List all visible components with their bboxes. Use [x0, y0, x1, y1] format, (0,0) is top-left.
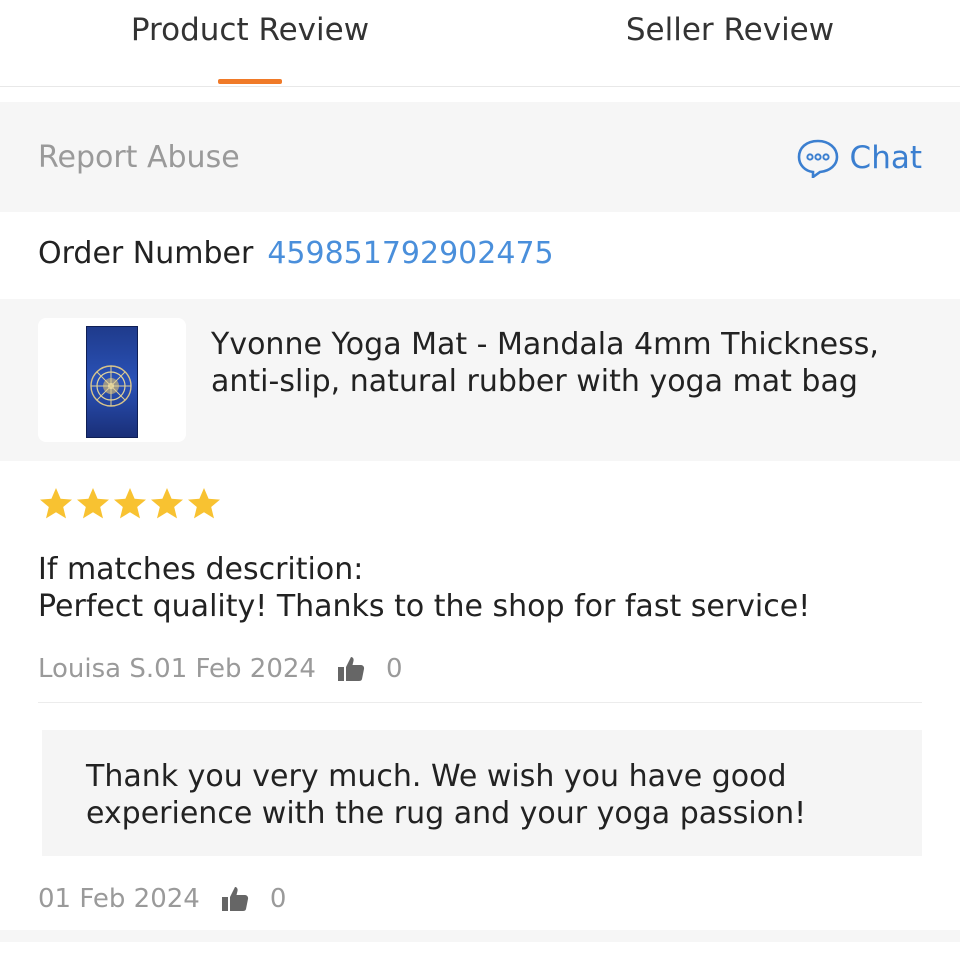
review-text: Perfect quality! Thanks to the shop for … [38, 589, 811, 624]
active-tab-indicator [218, 79, 282, 84]
product-thumbnail[interactable] [38, 318, 186, 442]
thumbs-up-icon[interactable] [220, 884, 250, 914]
report-abuse-link[interactable]: Report Abuse [38, 140, 240, 175]
star-icon [114, 488, 146, 519]
order-number-value[interactable]: 459851792902475 [267, 236, 553, 271]
reply-meta: 01 Feb 2024 0 [38, 884, 286, 914]
star-icon [188, 488, 220, 519]
order-number-label: Order Number [38, 236, 254, 271]
review-author-date: Louisa S.01 Feb 2024 [38, 654, 316, 684]
review-divider [38, 702, 922, 703]
rating-stars [38, 486, 223, 522]
tab-product-review[interactable]: Product Review [10, 0, 490, 86]
thumbs-up-icon[interactable] [336, 654, 366, 684]
chat-button[interactable]: Chat [796, 138, 922, 178]
reply-like-count: 0 [269, 884, 287, 914]
star-icon [77, 488, 109, 519]
product-title[interactable]: Yvonne Yoga Mat - Mandala 4mm Thickness,… [211, 326, 931, 400]
chat-label: Chat [849, 140, 922, 176]
star-icon [151, 488, 183, 519]
review-tabs: Product Review Seller Review [0, 0, 960, 87]
mandala-pattern-icon [90, 365, 132, 407]
review-label: If matches descrition: [38, 552, 364, 587]
review-meta: Louisa S.01 Feb 2024 0 [38, 654, 403, 684]
seller-reply-box: Thank you very much. We wish you have go… [42, 730, 922, 856]
star-icon [40, 488, 72, 519]
order-number-row: Order Number 459851792902475 [38, 236, 554, 271]
tab-seller-review[interactable]: Seller Review [490, 0, 960, 86]
chat-bubble-icon [797, 139, 838, 178]
bottom-separator [0, 930, 960, 942]
tab-product-review-label: Product Review [130, 12, 370, 48]
seller-reply-text: Thank you very much. We wish you have go… [86, 759, 807, 831]
tab-seller-review-label: Seller Review [625, 12, 835, 48]
review-like-count: 0 [385, 654, 403, 684]
yoga-mat-image [86, 326, 138, 438]
reply-date: 01 Feb 2024 [38, 884, 200, 914]
review-page: Product Review Seller Review Report Abus… [0, 0, 960, 960]
